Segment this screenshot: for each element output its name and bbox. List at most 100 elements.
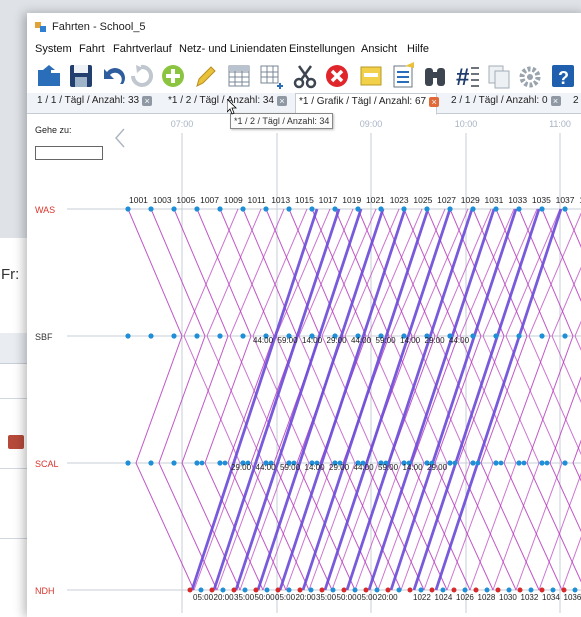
tab-2-more[interactable]: 2 xyxy=(573,95,579,113)
station-dot[interactable] xyxy=(452,460,458,466)
tab-2-1[interactable]: 2 / 1 / Tägl / Anzahl: 0 × xyxy=(451,95,561,113)
station-dot[interactable] xyxy=(309,206,315,212)
station-dot[interactable] xyxy=(125,333,131,339)
table-arrows-icon[interactable] xyxy=(257,62,285,90)
station-dot[interactable] xyxy=(217,333,223,339)
station-dot[interactable] xyxy=(275,587,281,593)
station-dot[interactable] xyxy=(220,587,226,593)
station-dot[interactable] xyxy=(286,587,292,593)
station-dot[interactable] xyxy=(222,460,228,466)
station-dot[interactable] xyxy=(516,206,522,212)
scroll-left-arrow-icon[interactable] xyxy=(113,127,127,149)
station-dot[interactable] xyxy=(253,587,259,593)
trip-line[interactable] xyxy=(403,208,471,591)
background-tool-icon[interactable] xyxy=(8,435,24,449)
menu-einstellungen[interactable]: Einstellungen xyxy=(289,43,355,55)
help-icon[interactable]: ? xyxy=(549,62,577,90)
trip-line[interactable] xyxy=(482,208,540,591)
station-dot[interactable] xyxy=(539,206,545,212)
station-dot[interactable] xyxy=(407,587,413,593)
station-dot[interactable] xyxy=(199,460,205,466)
trip-line[interactable] xyxy=(436,208,494,591)
open-folder-icon[interactable] xyxy=(35,62,63,90)
station-dot[interactable] xyxy=(528,587,534,593)
station-dot[interactable] xyxy=(539,460,545,466)
menu-system[interactable]: System xyxy=(35,43,72,55)
close-tab-icon[interactable]: × xyxy=(550,96,561,106)
trip-line[interactable] xyxy=(518,208,581,590)
station-dot[interactable] xyxy=(506,587,512,593)
station-dot[interactable] xyxy=(475,460,481,466)
trip-line[interactable] xyxy=(150,208,218,591)
station-dot[interactable] xyxy=(521,460,527,466)
station-dot[interactable] xyxy=(125,460,131,466)
station-dot[interactable] xyxy=(363,587,369,593)
settings-gear-icon[interactable] xyxy=(517,62,545,90)
station-dot[interactable] xyxy=(352,587,358,593)
station-dot[interactable] xyxy=(171,333,177,339)
station-dot[interactable] xyxy=(332,206,338,212)
station-dot[interactable] xyxy=(319,587,325,593)
binoculars-icon[interactable] xyxy=(421,62,449,90)
window-icon[interactable] xyxy=(357,62,385,90)
cut-icon[interactable] xyxy=(291,62,319,90)
trip-line[interactable] xyxy=(275,208,333,591)
trip-line[interactable] xyxy=(344,208,402,591)
station-dot[interactable] xyxy=(561,587,567,593)
trip-line[interactable] xyxy=(173,208,241,591)
trip-line[interactable] xyxy=(413,208,471,591)
trip-line[interactable] xyxy=(449,208,517,591)
tab-1-1[interactable]: 1 / 1 / Tägl / Anzahl: 33 × xyxy=(37,95,153,113)
station-dot[interactable] xyxy=(517,587,523,593)
station-dot[interactable] xyxy=(125,206,131,212)
station-dot[interactable] xyxy=(209,587,215,593)
table-icon[interactable] xyxy=(225,62,253,90)
station-dot[interactable] xyxy=(217,206,223,212)
trip-line[interactable] xyxy=(495,208,563,591)
station-dot[interactable] xyxy=(447,460,453,466)
station-dot[interactable] xyxy=(194,206,200,212)
menu-fahrt[interactable]: Fahrt xyxy=(79,43,105,55)
station-dot[interactable] xyxy=(562,333,568,339)
station-dot[interactable] xyxy=(447,206,453,212)
trip-line[interactable] xyxy=(252,208,310,591)
timetable-graph[interactable]: 07:0008:0009:0010:0011:00WASSBFSCALNDH10… xyxy=(27,113,581,617)
station-dot[interactable] xyxy=(495,587,501,593)
station-dot[interactable] xyxy=(217,460,223,466)
station-dot[interactable] xyxy=(378,206,384,212)
station-dot[interactable] xyxy=(473,587,479,593)
station-dot[interactable] xyxy=(240,206,246,212)
trip-line[interactable] xyxy=(459,208,517,591)
station-dot[interactable] xyxy=(194,333,200,339)
menu-hilfe[interactable]: Hilfe xyxy=(407,43,429,55)
save-icon[interactable] xyxy=(67,62,95,90)
station-dot[interactable] xyxy=(198,587,204,593)
trip-line[interactable] xyxy=(367,208,425,591)
station-dot[interactable] xyxy=(550,587,556,593)
trip-line[interactable] xyxy=(472,208,540,591)
station-dot[interactable] xyxy=(440,587,446,593)
station-dot[interactable] xyxy=(539,333,545,339)
station-dot[interactable] xyxy=(451,587,457,593)
trip-line[interactable] xyxy=(426,208,494,591)
station-dot[interactable] xyxy=(308,587,314,593)
station-dot[interactable] xyxy=(562,460,568,466)
trip-line[interactable] xyxy=(541,208,581,590)
station-dot[interactable] xyxy=(341,587,347,593)
station-dot[interactable] xyxy=(493,460,499,466)
checklist-icon[interactable] xyxy=(389,62,417,90)
station-dot[interactable] xyxy=(544,460,550,466)
station-dot[interactable] xyxy=(355,206,361,212)
menu-fahrtverlauf[interactable]: Fahrtverlauf xyxy=(113,43,172,55)
station-dot[interactable] xyxy=(539,587,545,593)
station-dot[interactable] xyxy=(418,587,424,593)
close-tab-icon[interactable]: × xyxy=(277,96,287,106)
copy-icon[interactable] xyxy=(485,62,513,90)
edit-pencil-icon[interactable] xyxy=(191,62,219,90)
station-dot[interactable] xyxy=(516,460,522,466)
station-dot[interactable] xyxy=(562,206,568,212)
station-dot[interactable] xyxy=(470,460,476,466)
goto-input[interactable] xyxy=(35,146,103,160)
trip-line[interactable] xyxy=(380,208,448,591)
station-dot[interactable] xyxy=(187,587,193,593)
